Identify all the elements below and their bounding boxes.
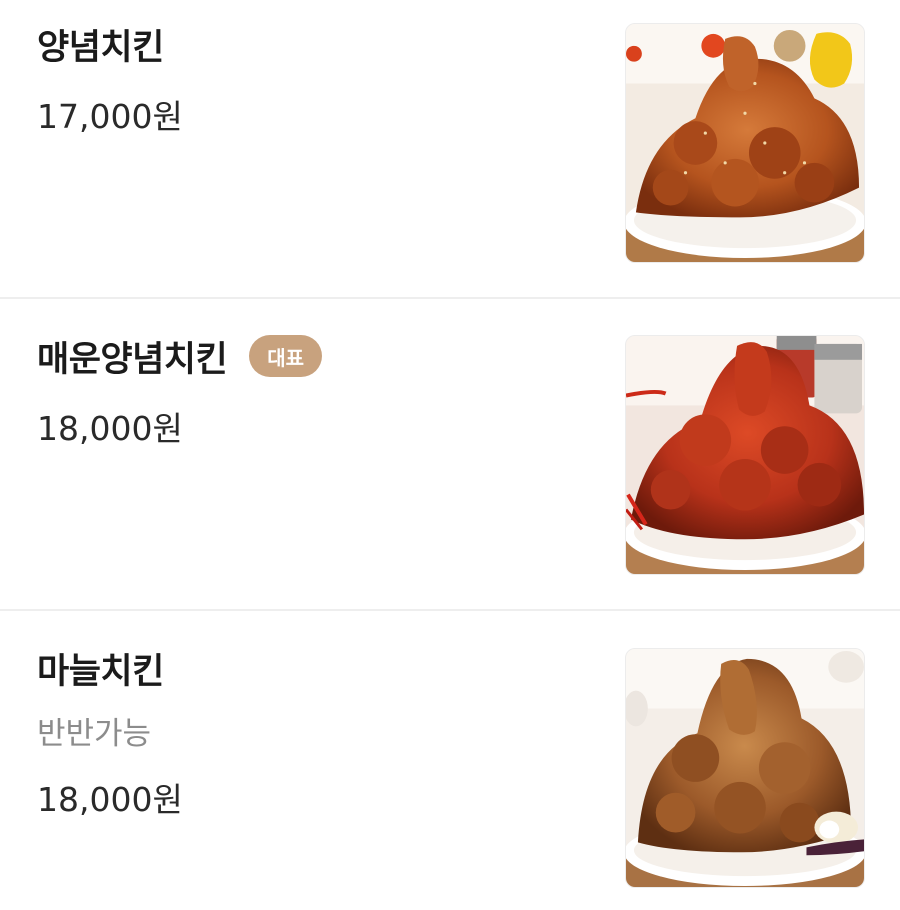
- menu-item-name: 양념치킨: [37, 27, 164, 68]
- yangnyeom-chicken-image: [626, 24, 864, 262]
- menu-item-name: 매운양념치킨: [37, 339, 228, 380]
- menu-item-price: 17,000원: [37, 97, 183, 136]
- menu-item-photo[interactable]: [625, 23, 865, 263]
- menu-item-name: 마늘치킨: [37, 651, 164, 692]
- signature-badge: 대표: [249, 335, 323, 377]
- menu-item-name-row: 매운양념치킨 대표: [37, 334, 323, 380]
- menu-item-yangnyeom-chicken[interactable]: 양념치킨 17,000원: [0, 0, 900, 298]
- menu-item-name-row: 마늘치킨: [37, 646, 164, 692]
- garlic-chicken-image: [626, 649, 864, 887]
- spicy-yangnyeom-chicken-image: [626, 336, 864, 574]
- menu-item-photo[interactable]: [625, 335, 865, 575]
- menu-item-description: 반반가능: [37, 716, 152, 752]
- menu-item-garlic-chicken[interactable]: 마늘치킨 반반가능 18,000원: [0, 610, 900, 910]
- menu-list: 양념치킨 17,000원 매운양념치킨 대표 18,000원 마늘치킨 반반가능…: [0, 0, 900, 910]
- menu-item-price: 18,000원: [37, 409, 183, 448]
- menu-item-photo[interactable]: [625, 648, 865, 888]
- menu-item-spicy-yangnyeom-chicken[interactable]: 매운양념치킨 대표 18,000원: [0, 298, 900, 610]
- menu-item-name-row: 양념치킨: [37, 22, 164, 68]
- menu-item-price: 18,000원: [37, 780, 183, 819]
